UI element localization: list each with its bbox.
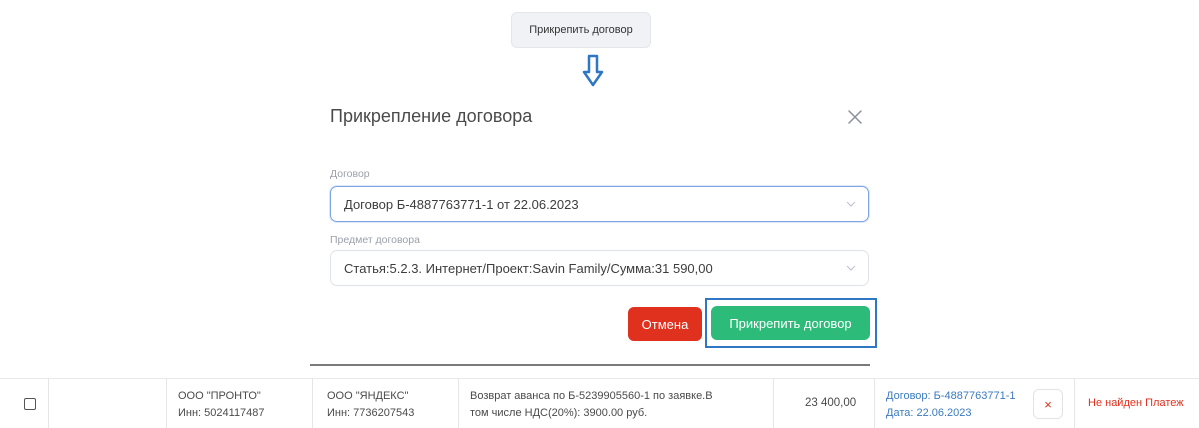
contract-cell: Договор: Б-4887763771-1 Дата: 22.06.2023 (886, 388, 1016, 422)
payee-name: ООО "ЯНДЕКС" (327, 390, 409, 402)
column-divider (166, 379, 167, 428)
payee-inn: Инн: 7736207543 (327, 407, 415, 419)
chevron-down-icon (846, 201, 856, 207)
payer-cell: ООО "ПРОНТО" Инн: 5024117487 (178, 388, 265, 422)
column-divider (874, 379, 875, 428)
remove-icon: × (1044, 396, 1052, 412)
amount-cell: 23 400,00 (805, 397, 857, 409)
status-badge: Не найден Платеж (1088, 397, 1184, 409)
modal-title: Прикрепление договора (330, 106, 533, 126)
description-line: том числе НДС(20%): 3900.00 руб. (470, 407, 648, 419)
column-divider (48, 379, 49, 428)
contract-field-label: Договор (330, 168, 370, 180)
description-cell: Возврат аванса по Б-5239905560-1 по заяв… (470, 388, 713, 422)
arrow-down-icon (582, 54, 604, 87)
subject-select-value: Статья:5.2.3. Интернет/Проект:Savin Fami… (344, 260, 713, 276)
column-divider (458, 379, 459, 428)
chevron-down-icon (846, 265, 856, 271)
contract-select[interactable]: Договор Б-4887763771-1 от 22.06.2023 (330, 186, 869, 222)
payer-name: ООО "ПРОНТО" (178, 390, 261, 402)
attach-contract-button[interactable]: Прикрепить договор (711, 306, 870, 340)
contract-select-value: Договор Б-4887763771-1 от 22.06.2023 (344, 196, 579, 212)
column-divider (312, 379, 313, 428)
divider (310, 364, 870, 366)
row-checkbox[interactable] (24, 398, 36, 410)
column-divider (1074, 379, 1075, 428)
subject-select[interactable]: Статья:5.2.3. Интернет/Проект:Savin Fami… (330, 250, 869, 286)
remove-contract-button[interactable]: × (1033, 389, 1063, 419)
contract-date-link[interactable]: Дата: 22.06.2023 (886, 405, 1016, 422)
column-divider (773, 379, 774, 428)
close-icon[interactable] (846, 108, 864, 126)
table-row-border (0, 378, 1199, 379)
cancel-button[interactable]: Отмена (628, 307, 702, 341)
subject-field-label: Предмет договора (330, 234, 420, 246)
payer-inn: Инн: 5024117487 (178, 407, 265, 419)
attach-contract-tooltip[interactable]: Прикрепить договор (511, 12, 651, 48)
payee-cell: ООО "ЯНДЕКС" Инн: 7736207543 (327, 388, 414, 422)
contract-link[interactable]: Договор: Б-4887763771-1 (886, 388, 1016, 405)
description-line: Возврат аванса по Б-5239905560-1 по заяв… (470, 390, 713, 402)
